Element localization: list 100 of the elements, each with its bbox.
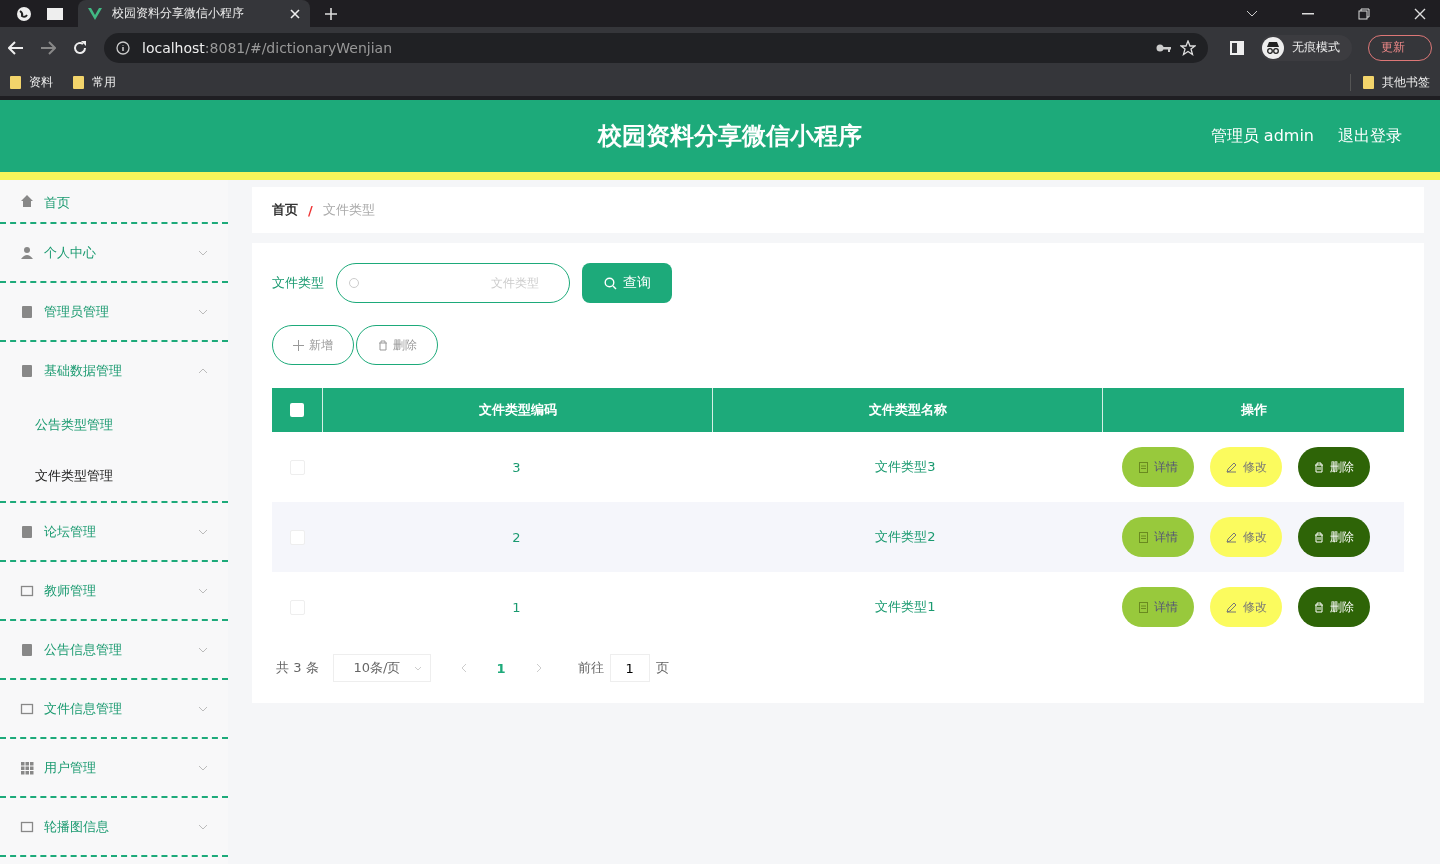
details-button[interactable]: 详情 xyxy=(1122,517,1194,557)
search-icon xyxy=(348,277,360,289)
edit-button[interactable]: 修改 xyxy=(1210,517,1282,557)
pencil-icon xyxy=(1225,461,1237,473)
menu-item[interactable]: 首页 xyxy=(0,182,228,222)
user-label: 管理员 admin xyxy=(1210,125,1314,147)
menu-item[interactable]: 教师管理 xyxy=(0,562,228,619)
menu-item[interactable]: 个人中心 xyxy=(0,224,228,281)
chevron-icon xyxy=(198,249,208,256)
plus-icon[interactable] xyxy=(324,6,338,21)
edit-button[interactable]: 修改 xyxy=(1210,587,1282,627)
v-logo-icon xyxy=(88,7,102,20)
menu-item[interactable]: 用户管理 xyxy=(0,739,228,796)
trash-icon xyxy=(1314,531,1324,543)
add-button[interactable]: 新增 xyxy=(272,325,354,365)
trash-icon xyxy=(1314,461,1324,473)
search-icon xyxy=(603,276,617,290)
select-all-checkbox[interactable] xyxy=(290,403,304,417)
delete-button[interactable]: 删除 xyxy=(1298,517,1370,557)
info-icon xyxy=(116,40,130,55)
chevron-down-icon[interactable] xyxy=(1246,9,1258,18)
delete-button[interactable]: 删除 xyxy=(356,325,438,365)
search-button[interactable]: 查询 xyxy=(582,263,672,303)
back-icon[interactable] xyxy=(8,40,24,55)
table-cell: 文件类型2 xyxy=(875,528,936,546)
update-button[interactable]: 更新 xyxy=(1368,34,1432,61)
menu-item[interactable]: 公告信息管理 xyxy=(0,621,228,678)
browser-tab[interactable]: 校园资料分享微信小程序 xyxy=(78,0,310,27)
breadcrumb-separator: / xyxy=(308,202,313,218)
document-icon xyxy=(1138,601,1148,613)
table-cell: 2 xyxy=(512,529,521,545)
breadcrumb-item[interactable]: 首页 xyxy=(272,201,298,219)
page-number[interactable]: 1 xyxy=(496,660,506,676)
page-suffix: 页 xyxy=(655,659,669,677)
window-icon[interactable] xyxy=(46,6,64,21)
caret-icon xyxy=(413,665,422,671)
key-icon[interactable] xyxy=(1156,42,1172,53)
menu-item[interactable]: 论坛管理 xyxy=(0,503,228,560)
delete-button[interactable]: 删除 xyxy=(1298,447,1370,487)
menu-item[interactable]: 管理员管理 xyxy=(0,283,228,340)
plus-icon xyxy=(293,339,304,351)
menu-icon xyxy=(20,245,34,260)
chevron-icon xyxy=(198,705,208,712)
table-cell: 1 xyxy=(512,599,521,615)
menu-item[interactable]: 轮播图信息 xyxy=(0,798,228,855)
details-button[interactable]: 详情 xyxy=(1122,447,1194,487)
other-bookmarks[interactable]: 其他书签 xyxy=(1350,73,1430,91)
table-cell: 3 xyxy=(512,459,521,475)
chevron-icon xyxy=(198,764,208,771)
menu-icon xyxy=(20,583,34,598)
chevron-icon xyxy=(198,587,208,594)
pencil-icon xyxy=(1225,601,1237,613)
reload-icon[interactable] xyxy=(72,39,88,56)
forward-icon[interactable] xyxy=(40,40,56,55)
document-icon xyxy=(1138,531,1148,543)
close-icon[interactable] xyxy=(1414,7,1426,20)
app-title: 校园资料分享微信小程序 xyxy=(596,121,864,152)
table-cell: 文件类型3 xyxy=(875,458,936,476)
menu-item[interactable]: 文件信息管理 xyxy=(0,680,228,737)
column-header: 操作 xyxy=(1239,401,1268,419)
logout-link[interactable]: 退出登录 xyxy=(1338,125,1402,147)
bookmark[interactable]: 资料 xyxy=(10,73,53,91)
star-icon[interactable] xyxy=(1180,39,1196,56)
menu-icon xyxy=(20,701,34,716)
menu-icon xyxy=(20,642,34,657)
delete-button[interactable]: 删除 xyxy=(1298,587,1370,627)
chevron-icon xyxy=(198,367,208,374)
address-field[interactable]: localhost:8081/#/dictionaryWenjian xyxy=(104,32,1208,63)
sidebar-toggle-icon[interactable] xyxy=(1230,40,1244,55)
pencil-icon xyxy=(1225,531,1237,543)
edit-button[interactable]: 修改 xyxy=(1210,447,1282,487)
submenu-item[interactable]: 文件类型管理 xyxy=(0,450,228,501)
details-button[interactable]: 详情 xyxy=(1122,587,1194,627)
incognito-icon xyxy=(1262,36,1284,59)
goto-label: 前往 xyxy=(577,659,604,677)
menu-icon xyxy=(20,760,34,775)
breadcrumb-item: 文件类型 xyxy=(322,201,375,219)
chevron-icon xyxy=(198,646,208,653)
chevron-icon xyxy=(198,308,208,315)
search-label: 文件类型 xyxy=(272,274,324,292)
menu-icon xyxy=(20,304,34,319)
trash-icon xyxy=(1314,601,1324,613)
menu-icon xyxy=(20,524,34,539)
minimize-icon[interactable] xyxy=(1302,12,1314,15)
page-size-select[interactable]: 10条/页 xyxy=(332,654,431,682)
submenu-item[interactable]: 公告类型管理 xyxy=(0,399,228,450)
incognito-badge[interactable]: 无痕模式 xyxy=(1260,34,1352,61)
table-cell: 文件类型1 xyxy=(875,598,936,616)
trash-icon xyxy=(377,339,388,351)
restore-icon[interactable] xyxy=(1358,7,1370,20)
chevron-icon xyxy=(198,528,208,535)
menu-icon xyxy=(20,194,34,208)
chevron-icon xyxy=(198,823,208,830)
bookmark[interactable]: 常用 xyxy=(73,73,116,91)
total-count: 共 3 条 xyxy=(276,659,319,677)
close-icon[interactable] xyxy=(290,8,300,19)
page-input[interactable]: 1 xyxy=(609,654,650,682)
menu-icon xyxy=(20,819,34,834)
menu-icon xyxy=(20,363,34,378)
menu-item[interactable]: 基础数据管理 xyxy=(0,342,228,399)
